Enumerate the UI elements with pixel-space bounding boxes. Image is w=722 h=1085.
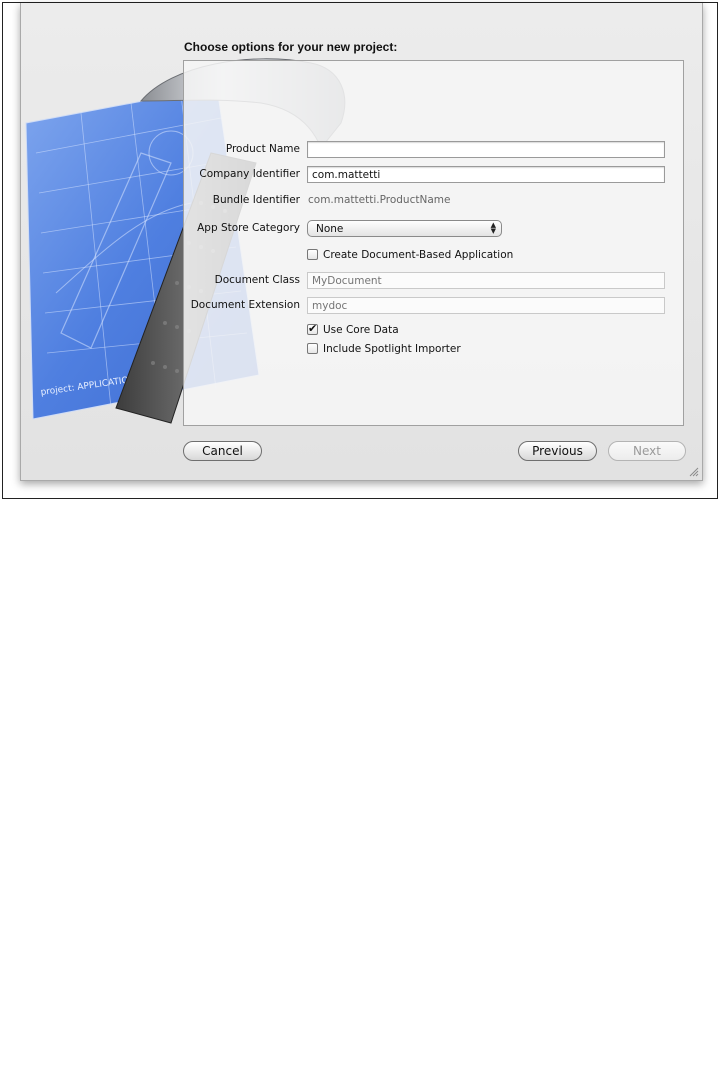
spotlight-importer-checkbox[interactable]: [307, 343, 318, 354]
app-store-category-popup[interactable]: None ▲ ▼: [307, 220, 502, 237]
spotlight-importer-option[interactable]: Include Spotlight Importer: [307, 343, 461, 355]
use-core-data-checkbox[interactable]: [307, 322, 318, 335]
company-identifier-field[interactable]: [307, 166, 665, 183]
document-based-label: Create Document-Based Application: [323, 249, 514, 261]
product-name-label: Product Name: [225, 143, 300, 155]
document-based-checkbox[interactable]: [307, 249, 318, 260]
new-project-sheet: project: APPLICATION.APP Choose options …: [20, 3, 703, 481]
popup-arrows-icon: ▲ ▼: [490, 221, 496, 235]
resize-grip-icon[interactable]: [689, 467, 699, 477]
use-core-data-label: Use Core Data: [323, 324, 399, 336]
previous-button[interactable]: Previous: [518, 441, 597, 461]
bundle-identifier-label: Bundle Identifier: [212, 194, 300, 206]
options-panel: Product Name Company Identifier Bundle I…: [183, 60, 684, 426]
product-name-field[interactable]: [307, 141, 665, 158]
cancel-button[interactable]: Cancel: [183, 441, 262, 461]
app-store-category-label: App Store Category: [197, 222, 300, 234]
document-extension-field[interactable]: [307, 297, 665, 314]
next-button[interactable]: Next: [608, 441, 686, 461]
use-core-data-option[interactable]: Use Core Data: [307, 322, 399, 336]
spotlight-importer-label: Include Spotlight Importer: [323, 343, 461, 355]
dialog-title: Choose options for your new project:: [184, 40, 398, 54]
document-based-option[interactable]: Create Document-Based Application: [307, 249, 513, 261]
figure-frame: project: APPLICATION.APP Choose options …: [2, 2, 718, 499]
document-extension-label: Document Extension: [190, 299, 300, 311]
document-class-label: Document Class: [214, 274, 300, 286]
app-store-category-value: None: [316, 223, 344, 235]
bundle-identifier-value: com.mattetti.ProductName: [308, 194, 451, 206]
company-identifier-label: Company Identifier: [199, 168, 300, 180]
document-class-field[interactable]: [307, 272, 665, 289]
